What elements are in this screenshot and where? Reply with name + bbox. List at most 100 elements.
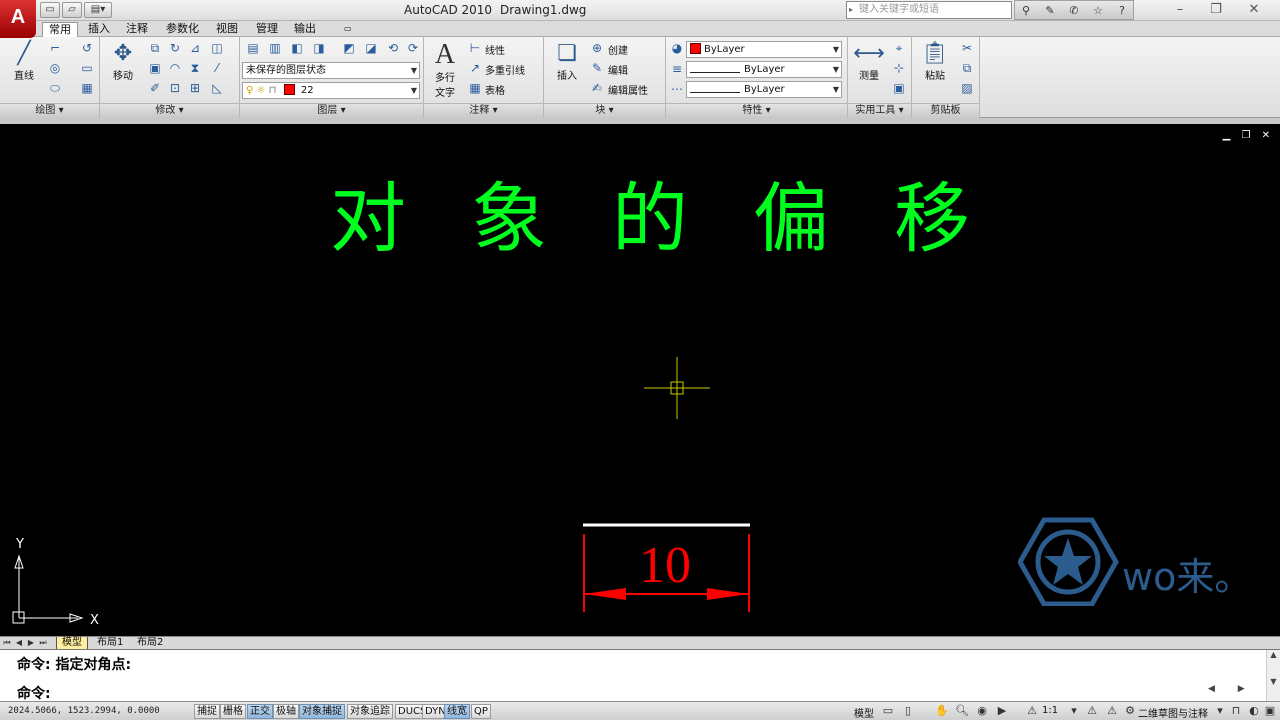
- edit-attribute-label[interactable]: 编辑属性: [608, 82, 648, 97]
- application-menu-button[interactable]: A: [0, 0, 36, 38]
- linear-dim-icon[interactable]: ⊢: [466, 40, 484, 57]
- hatch-icon[interactable]: ▦: [78, 80, 96, 97]
- stretch-icon[interactable]: ▣: [146, 60, 164, 77]
- lineweight-toggle[interactable]: 线宽: [444, 704, 470, 719]
- osnap-toggle[interactable]: 对象捕捉: [299, 704, 345, 719]
- restore-icon[interactable]: ❐: [1202, 1, 1230, 19]
- panel-modify-title[interactable]: 修改 ▾: [100, 103, 239, 118]
- communication-icon[interactable]: ✆: [1065, 3, 1083, 19]
- layer-state-icon[interactable]: ▥: [266, 40, 284, 57]
- current-layer-dropdown[interactable]: ♀ ☼ ⊓ 22 ▼: [242, 82, 420, 99]
- trim-icon[interactable]: ⊿: [186, 40, 204, 57]
- viewport-minimize-icon[interactable]: ▁: [1223, 130, 1231, 141]
- viewport-restore-icon[interactable]: ❐: [1241, 130, 1250, 141]
- linetype-dropdown[interactable]: ByLayer ▼: [686, 81, 842, 98]
- measure-button[interactable]: ⟷ 测量: [852, 41, 886, 82]
- layer-freeze-icon[interactable]: ⟳: [404, 40, 422, 57]
- showmotion-icon[interactable]: ▶: [994, 704, 1010, 719]
- edit-block-icon[interactable]: ✎: [588, 60, 606, 77]
- drawing-canvas[interactable]: ▁ ❐ ✕ 对 象 的 偏 移 Y X 10 wo来: [0, 124, 1280, 636]
- tab-insert[interactable]: 插入: [82, 22, 116, 37]
- circle-icon[interactable]: ◎: [46, 60, 64, 77]
- command-scroll-arrows[interactable]: ◀ ▶: [1208, 684, 1264, 698]
- isolate-objects-icon[interactable]: ◐: [1246, 704, 1262, 719]
- erase-icon[interactable]: ✐: [146, 80, 164, 97]
- workspace-switcher[interactable]: 二维草图与注释: [1138, 705, 1208, 720]
- multileader-label[interactable]: 多重引线: [485, 62, 525, 77]
- prev-tab-icon[interactable]: ◀: [14, 637, 24, 649]
- tab-home[interactable]: 常用: [42, 22, 78, 37]
- layer-previous-icon[interactable]: ◩: [340, 40, 358, 57]
- arc-icon[interactable]: ↺: [78, 40, 96, 57]
- copy-icon[interactable]: ⧉: [146, 40, 164, 57]
- panel-properties-title[interactable]: 特性 ▾: [666, 103, 847, 118]
- scale-icon[interactable]: ⊡: [166, 80, 184, 97]
- break-icon[interactable]: ⁄: [208, 60, 226, 77]
- rectangle-icon[interactable]: ▭: [78, 60, 96, 77]
- dimension-object[interactable]: 10: [578, 520, 758, 616]
- tab-output[interactable]: 输出: [288, 22, 322, 37]
- layout-icon[interactable]: ▭: [880, 704, 896, 719]
- pan-icon[interactable]: ✋: [934, 704, 950, 719]
- cut-icon[interactable]: ✂: [958, 40, 976, 57]
- command-scrollbar[interactable]: ▲ ▼: [1266, 650, 1280, 702]
- search-input[interactable]: ▸ 键入关键字或短语: [846, 1, 1012, 19]
- rotate-icon[interactable]: ↻: [166, 40, 184, 57]
- annotation-visibility-icon[interactable]: ⚠: [1084, 704, 1100, 719]
- close-icon[interactable]: ✕: [1240, 1, 1268, 19]
- ribbon-minimize-icon[interactable]: ▭: [338, 22, 358, 37]
- color-dropdown[interactable]: ByLayer ▼: [686, 41, 842, 58]
- array-icon[interactable]: ⊞: [186, 80, 204, 97]
- layer-walk-icon[interactable]: ◪: [362, 40, 380, 57]
- model-space-button[interactable]: 模型: [854, 705, 874, 720]
- offset-icon[interactable]: ◫: [208, 40, 226, 57]
- otrack-toggle[interactable]: 对象追踪: [347, 704, 393, 719]
- layer-properties-icon[interactable]: ▤: [244, 40, 262, 57]
- minimize-icon[interactable]: –: [1166, 1, 1194, 19]
- quick-view-icon[interactable]: ▯: [900, 704, 916, 719]
- create-block-icon[interactable]: ⊕: [588, 40, 606, 57]
- edit-attribute-icon[interactable]: ✍: [588, 80, 606, 97]
- first-tab-icon[interactable]: ⏮: [2, 637, 12, 649]
- annotation-scale[interactable]: 1:1: [1042, 705, 1058, 716]
- ortho-toggle[interactable]: 正交: [247, 704, 273, 719]
- layer-iso-icon[interactable]: ◧: [288, 40, 306, 57]
- linear-dim-label[interactable]: 线性: [485, 42, 505, 57]
- tab-manage[interactable]: 管理: [250, 22, 284, 37]
- ellipse-icon[interactable]: ⬭: [46, 80, 64, 97]
- coordinate-readout[interactable]: 2024.5066, 1523.2994, 0.0000: [8, 706, 160, 716]
- create-block-label[interactable]: 创建: [608, 42, 628, 57]
- insert-block-button[interactable]: ❏ 插入: [550, 41, 584, 82]
- polar-toggle[interactable]: 极轴: [273, 704, 299, 719]
- move-button[interactable]: ✥ 移动: [106, 41, 140, 82]
- last-tab-icon[interactable]: ⏭: [38, 637, 48, 649]
- polyline-icon[interactable]: ⌐: [46, 40, 64, 57]
- calculator-icon[interactable]: ▣: [890, 80, 908, 97]
- panel-annotation-title[interactable]: 注释 ▾: [424, 103, 543, 118]
- binoculars-icon[interactable]: ⚲: [1017, 3, 1035, 19]
- panel-clipboard-title[interactable]: 剪贴板: [912, 103, 979, 118]
- select-all-icon[interactable]: ⊹: [890, 60, 908, 77]
- help-icon[interactable]: ?: [1113, 3, 1131, 19]
- zoom-icon[interactable]: 🔍︎: [954, 704, 970, 719]
- clean-screen-icon[interactable]: ▣: [1262, 704, 1278, 719]
- command-window[interactable]: 命令: 指定对角点: 命令: ◀ ▶ ▲ ▼: [0, 649, 1280, 702]
- edit-block-label[interactable]: 编辑: [608, 62, 628, 77]
- steering-wheel-icon[interactable]: ◉: [974, 704, 990, 719]
- qp-toggle[interactable]: QP: [471, 704, 491, 719]
- tab-view[interactable]: 视图: [210, 22, 244, 37]
- layer-state-dropdown[interactable]: 未保存的图层状态 ▼: [242, 62, 420, 79]
- copy-clip-icon[interactable]: ⧉: [958, 60, 976, 77]
- quick-select-icon[interactable]: ⌖: [890, 40, 908, 57]
- new-file-icon[interactable]: ▭: [40, 2, 60, 18]
- snap-toggle[interactable]: 捕捉: [194, 704, 220, 719]
- open-file-icon[interactable]: ▱: [62, 2, 82, 18]
- chamfer-icon[interactable]: ◺: [208, 80, 226, 97]
- viewport-close-icon[interactable]: ✕: [1262, 130, 1270, 141]
- color-wheel-icon[interactable]: ◕: [668, 40, 686, 57]
- star-icon[interactable]: ☆: [1089, 3, 1107, 19]
- mtext-button[interactable]: A 多行 文字: [430, 41, 460, 100]
- tab-annotate[interactable]: 注释: [120, 22, 154, 37]
- table-icon[interactable]: ▦: [466, 80, 484, 97]
- multileader-icon[interactable]: ↗: [466, 60, 484, 77]
